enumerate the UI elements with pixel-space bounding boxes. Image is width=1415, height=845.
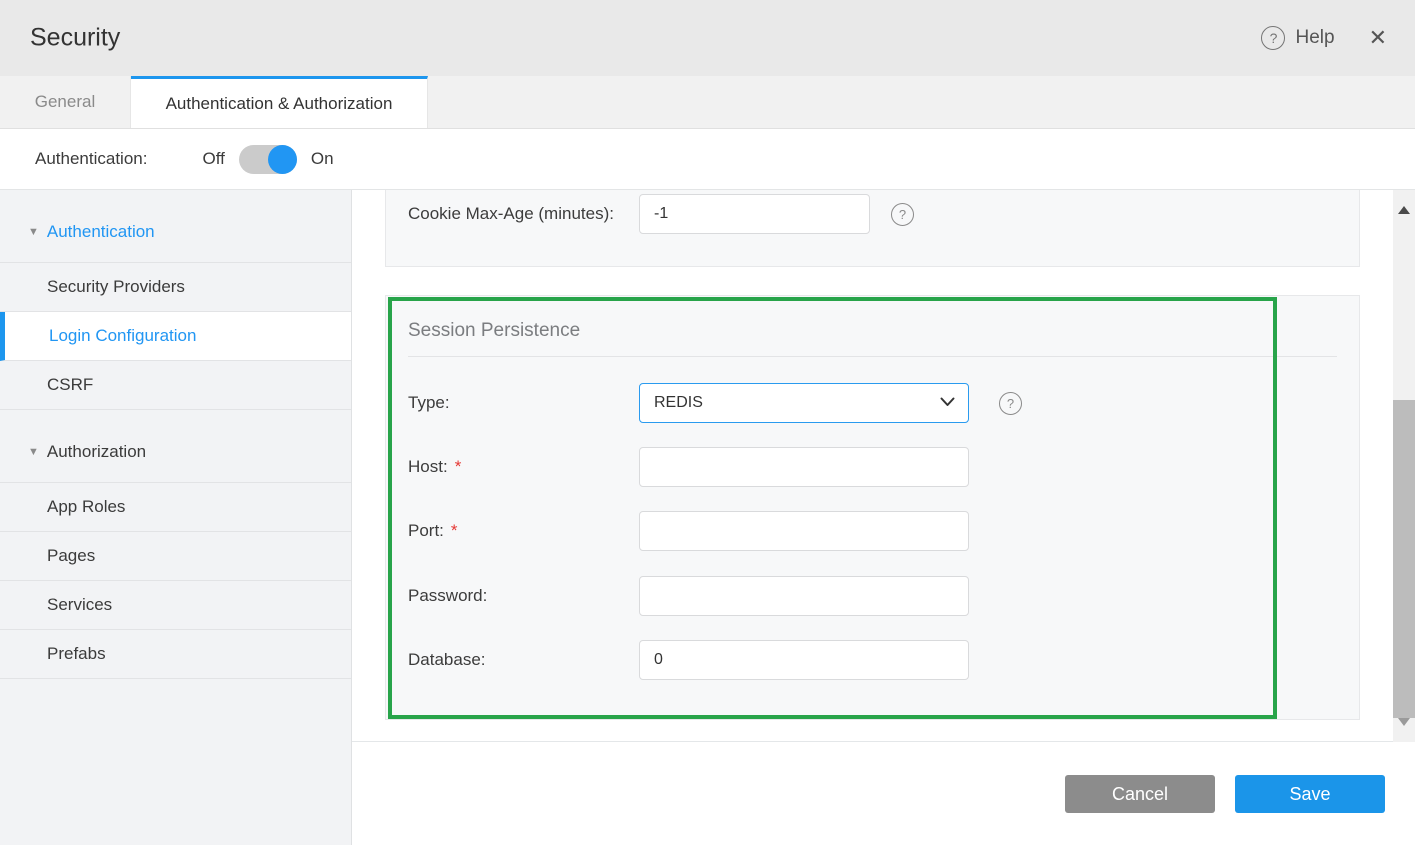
cookie-settings-card: Cookie Max-Age (minutes): ? [385,190,1360,267]
save-button[interactable]: Save [1235,775,1385,813]
scroll-up-arrow-icon[interactable] [1398,206,1410,214]
help-link[interactable]: Help [1295,27,1334,49]
host-input[interactable] [639,447,969,487]
database-input[interactable] [639,640,969,680]
password-input[interactable] [639,576,969,616]
toggle-knob [268,145,297,174]
close-icon[interactable]: ✕ [1369,27,1387,49]
scroll-down-arrow-icon[interactable] [1398,718,1410,726]
host-row: Host: * [408,447,969,487]
authentication-toggle[interactable] [239,145,297,174]
tab-bar: General Authentication & Authorization [0,76,1415,129]
footer-buttons: Cancel Save [1065,775,1385,813]
authentication-toggle-row: Authentication: Off On [0,129,1415,190]
sidebar-item-security-providers[interactable]: Security Providers [0,263,351,312]
settings-sidebar: ▼ Authentication Security Providers Logi… [0,190,352,845]
tab-general[interactable]: General [0,76,131,128]
session-persistence-title: Session Persistence [408,320,580,342]
scrollbar-thumb[interactable] [1393,400,1415,718]
sidebar-section-authentication[interactable]: ▼ Authentication [0,190,351,263]
chevron-down-icon: ▼ [28,226,39,238]
dialog-header: Security ? Help ✕ [0,0,1415,76]
type-help-icon[interactable]: ? [999,392,1022,415]
password-row: Password: [408,576,969,616]
port-input[interactable] [639,511,969,551]
toggle-off-label: Off [202,149,224,169]
scroll-area: Cookie Max-Age (minutes): ? Session Pers… [352,190,1415,742]
sidebar-item-app-roles[interactable]: App Roles [0,483,351,532]
sidebar-section-label: Authentication [47,222,155,242]
cookie-max-age-label: Cookie Max-Age (minutes): [408,204,639,224]
chevron-down-icon [940,394,955,412]
toggle-on-label: On [311,149,334,169]
host-label: Host: * [408,457,639,477]
chevron-down-icon: ▼ [28,446,39,458]
sidebar-item-pages[interactable]: Pages [0,532,351,581]
header-actions: ? Help ✕ [1261,0,1387,76]
sidebar-item-csrf[interactable]: CSRF [0,361,351,410]
password-label: Password: [408,586,639,606]
required-asterisk: * [455,457,462,477]
cookie-max-age-input[interactable] [639,194,870,234]
sidebar-item-login-configuration[interactable]: Login Configuration [0,312,351,361]
page-title: Security [30,24,120,53]
type-select-value: REDIS [654,394,703,412]
section-divider [408,356,1337,357]
required-asterisk: * [451,521,458,541]
type-label: Type: [408,393,639,413]
port-row: Port: * [408,511,969,551]
security-dialog: Security ? Help ✕ General Authentication… [0,0,1415,845]
authentication-label: Authentication: [35,149,147,169]
type-select[interactable]: REDIS [639,383,969,423]
sidebar-section-label: Authorization [47,442,146,462]
type-row: Type: REDIS ? [408,383,1022,423]
database-label: Database: [408,650,639,670]
tab-authentication-authorization[interactable]: Authentication & Authorization [131,76,428,128]
dialog-footer: Cancel Save [352,743,1415,845]
cookie-max-age-help-icon[interactable]: ? [891,203,914,226]
database-row: Database: [408,640,969,680]
sidebar-section-authorization[interactable]: ▼ Authorization [0,410,351,483]
sidebar-item-prefabs[interactable]: Prefabs [0,630,351,679]
sidebar-item-services[interactable]: Services [0,581,351,630]
cookie-max-age-row: Cookie Max-Age (minutes): ? [408,194,914,234]
help-icon[interactable]: ? [1261,26,1285,50]
cancel-button[interactable]: Cancel [1065,775,1215,813]
vertical-scrollbar[interactable] [1393,190,1415,742]
port-label: Port: * [408,521,639,541]
session-persistence-card: Session Persistence Type: REDIS ? Host: [385,295,1360,720]
